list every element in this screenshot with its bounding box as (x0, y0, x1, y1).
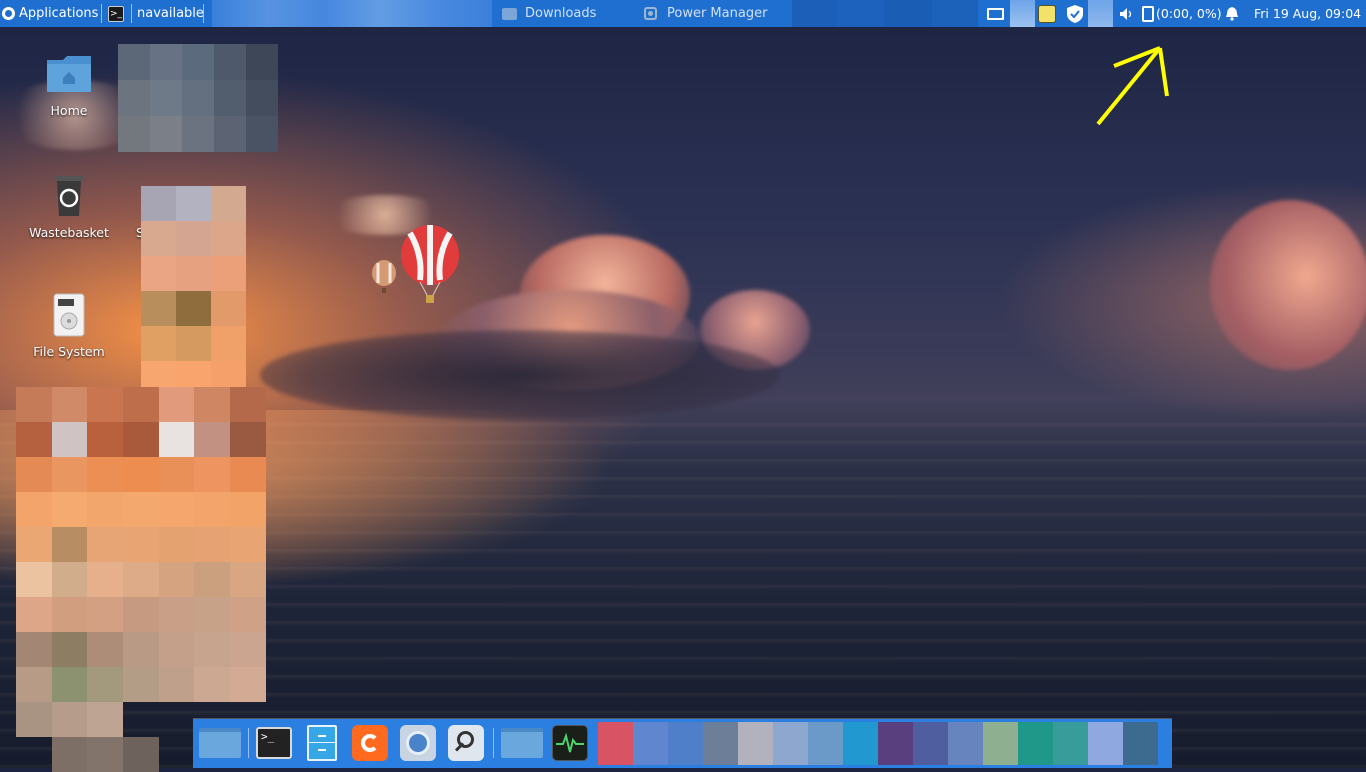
taskbar-terminal-window[interactable]: >_ (108, 0, 124, 27)
file-cabinet-icon (307, 725, 337, 761)
annotation-arrow (1096, 46, 1169, 126)
folder-icon (502, 7, 517, 20)
dock-separator (493, 728, 494, 758)
redacted-taskbar-items (212, 0, 492, 27)
taskbar-item-label: Power Manager (667, 6, 768, 21)
taskbar-item-label: Downloads (525, 6, 597, 21)
trash-icon (55, 176, 83, 216)
home-folder-icon (47, 56, 91, 92)
dock-files[interactable] (500, 724, 544, 762)
redacted-desktop-area (141, 186, 246, 396)
drive-icon (53, 293, 85, 337)
window-title-label: navailable (137, 6, 204, 21)
dock: >_ (193, 719, 1172, 768)
battery-icon (1142, 5, 1154, 22)
terminal-icon: >_ (108, 5, 124, 22)
battery-status-text: (0:00, 0%) (1156, 6, 1222, 21)
dock-show-desktop[interactable] (198, 724, 242, 762)
applications-menu[interactable]: Applications (2, 0, 98, 27)
panel-separator (101, 4, 102, 23)
dock-firefox[interactable] (351, 724, 389, 762)
clock-label: Fri 19 Aug, 09:04 (1254, 6, 1362, 21)
taskbar-item-downloads[interactable]: Downloads (498, 2, 638, 25)
terminal-icon: >_ (256, 727, 292, 759)
clock[interactable]: Fri 19 Aug, 09:04 (1254, 0, 1361, 27)
notes-icon[interactable] (1038, 0, 1056, 27)
desktop-icon-label: Wastebasket (29, 225, 109, 240)
power-manager-icon (644, 7, 657, 20)
desktop-icon-label: File System (33, 344, 105, 359)
desktop-icon-home[interactable]: Home (24, 52, 114, 118)
dock-search[interactable] (447, 724, 485, 762)
chromium-icon (400, 725, 436, 761)
top-panel: Applications >_ navailable Downloads Pow… (0, 0, 1366, 27)
redacted-tray-icon (1010, 0, 1035, 27)
folder-icon (199, 728, 241, 758)
panel-separator (131, 4, 132, 23)
notification-bell-icon[interactable] (1225, 0, 1239, 27)
battery-indicator[interactable]: (0:00, 0%) (1142, 0, 1222, 27)
firefox-icon (352, 725, 388, 761)
redacted-workspace-switcher (792, 0, 978, 27)
display-icon[interactable] (987, 0, 1004, 27)
dock-system-monitor[interactable] (551, 724, 589, 762)
panel-separator (203, 4, 204, 23)
redacted-dock-items (598, 722, 1158, 765)
taskbar-item-power-manager[interactable]: Power Manager (640, 2, 790, 25)
desktop-icon-file-system[interactable]: File System (24, 293, 114, 359)
dock-separator (248, 728, 249, 758)
desktop-icon-label: Home (50, 103, 88, 118)
desktop-icon-wastebasket[interactable]: Wastebasket (24, 174, 114, 240)
dock-chromium[interactable] (399, 724, 437, 762)
dock-terminal[interactable]: >_ (255, 724, 293, 762)
search-icon (448, 725, 484, 761)
redacted-desktop-area (16, 387, 266, 772)
redacted-desktop-area (118, 44, 278, 152)
activity-monitor-icon (552, 725, 588, 761)
dock-file-cabinet[interactable] (303, 724, 341, 762)
volume-icon[interactable] (1119, 0, 1133, 27)
taskbar-window-title[interactable]: navailable (137, 0, 204, 27)
applications-icon (2, 7, 15, 20)
shield-icon[interactable] (1066, 0, 1084, 27)
applications-label: Applications (19, 6, 99, 21)
folder-icon (501, 728, 543, 758)
redacted-tray-icon (1088, 0, 1113, 27)
